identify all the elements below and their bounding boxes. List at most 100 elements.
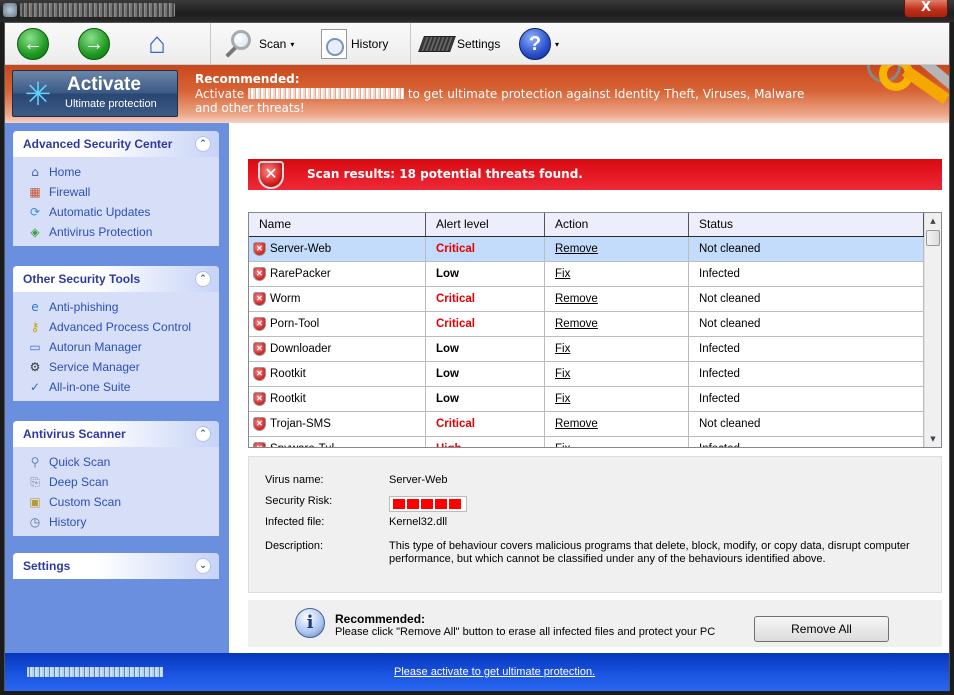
action-link[interactable]: Remove <box>555 243 598 255</box>
sidebar-item-anti-phishing[interactable]: e Anti-phishing <box>27 297 219 317</box>
scrollbar-thumb[interactable] <box>926 230 940 246</box>
activate-button[interactable]: ✳ Activate Ultimate protection <box>12 70 178 117</box>
sidebar-item-home[interactable]: ⌂ Home <box>27 162 219 182</box>
action-link[interactable]: Fix <box>555 343 570 355</box>
banner-text-before: Activate <box>195 87 248 101</box>
close-button[interactable]: X <box>904 0 948 18</box>
scan-button[interactable]: Scan ▾ <box>225 27 294 61</box>
sidebar-panel-header[interactable]: Advanced Security Center ⌃ <box>13 131 219 157</box>
risk-segment <box>393 499 405 509</box>
sidebar-item-autorun-manager[interactable]: ▭ Autorun Manager <box>27 337 219 357</box>
activation-banner: ✳ Activate Ultimate protection Recommend… <box>5 65 949 123</box>
threat-name-cell: ✕ RarePacker <box>249 262 426 286</box>
sidebar-item-label: History <box>49 515 87 529</box>
table-row[interactable]: ✕ Rootkit Low Fix Infected <box>249 387 941 412</box>
help-dropdown-caret-icon[interactable]: ▾ <box>555 40 559 49</box>
back-button[interactable]: ← <box>17 27 49 61</box>
column-header-name[interactable]: Name <box>249 213 426 236</box>
action-link[interactable]: Remove <box>555 318 598 330</box>
table-row[interactable]: ✕ Spyware-Tul... High Fix Infected <box>249 437 941 447</box>
sidebar-panel-header[interactable]: Other Security Tools ⌃ <box>13 266 219 292</box>
scan-dropdown-caret-icon[interactable]: ▾ <box>290 40 294 49</box>
collapse-icon[interactable]: ⌃ <box>195 426 211 442</box>
sidebar-panel-title: Other Security Tools <box>23 272 141 286</box>
footer: Please activate to get ultimate protecti… <box>5 653 949 691</box>
sidebar-item-antivirus-protection[interactable]: ◈ Antivirus Protection <box>27 222 219 242</box>
alert-level: Critical <box>436 318 475 330</box>
sidebar-item-all-in-one-suite[interactable]: ✓ All-in-one Suite <box>27 377 219 397</box>
sidebar-item-custom-scan[interactable]: ▣ Custom Scan <box>27 492 219 512</box>
alert-level-cell: Low <box>426 262 545 286</box>
sidebar-item-service-manager[interactable]: ⚙ Service Manager <box>27 357 219 377</box>
table-scrollbar[interactable]: ▲ ▼ <box>924 213 941 447</box>
table-row[interactable]: ✕ Worm Critical Remove Not cleaned <box>249 287 941 312</box>
footer-product-name-redacted <box>27 667 163 677</box>
help-icon: ? <box>519 28 551 60</box>
keys-icon: ⚷ <box>30 320 40 334</box>
infected-file-value: Kernel32.dll <box>389 516 448 528</box>
warning-shield-icon: ✕ <box>258 161 284 189</box>
activate-link[interactable]: Please activate to get ultimate protecti… <box>394 666 595 678</box>
action-cell: Remove <box>545 237 689 261</box>
action-link[interactable]: Fix <box>555 368 570 380</box>
sidebar-item-firewall[interactable]: ▦ Firewall <box>27 182 219 202</box>
collapse-icon[interactable]: ⌃ <box>195 136 211 152</box>
help-button[interactable]: ? ▾ <box>519 27 559 61</box>
action-link[interactable]: Fix <box>555 268 570 280</box>
sidebar-item-deep-scan[interactable]: ⎘ Deep Scan <box>27 472 219 492</box>
settings-label: Settings <box>457 37 501 51</box>
history-button[interactable]: History <box>321 27 388 61</box>
threat-name-cell: ✕ Downloader <box>249 337 426 361</box>
sidebar-item-quick-scan[interactable]: ⚲ Quick Scan <box>27 452 219 472</box>
table-row[interactable]: ✕ Server-Web Critical Remove Not cleaned <box>249 237 941 262</box>
status-cell: Not cleaned <box>689 312 924 336</box>
scroll-down-icon[interactable]: ▼ <box>925 431 941 447</box>
info-icon: i <box>295 608 325 638</box>
column-header-alert-level[interactable]: Alert level <box>426 213 545 236</box>
threat-name-cell: ✕ Porn-Tool <box>249 312 426 336</box>
alert-level: Low <box>436 393 459 405</box>
magnifier-icon <box>225 28 255 60</box>
action-link[interactable]: Fix <box>555 443 570 447</box>
product-name-redacted <box>248 88 404 99</box>
table-row[interactable]: ✕ Downloader Low Fix Infected <box>249 337 941 362</box>
alert-level: Low <box>436 343 459 355</box>
table-row[interactable]: ✕ Rootkit Low Fix Infected <box>249 362 941 387</box>
status-cell: Infected <box>689 337 924 361</box>
sidebar-item-advanced-process-control[interactable]: ⚷ Advanced Process Control <box>27 317 219 337</box>
app-window: ← → ⌂ Scan ▾ History Settings ? ▾ ✳ Acti… <box>4 22 950 691</box>
action-link[interactable]: Remove <box>555 418 598 430</box>
sidebar-item-automatic-updates[interactable]: ⟳ Automatic Updates <box>27 202 219 222</box>
scroll-up-icon[interactable]: ▲ <box>925 213 941 229</box>
threat-name: Server-Web <box>270 243 332 255</box>
status-cell: Infected <box>689 387 924 411</box>
risk-segment <box>421 499 433 509</box>
expand-icon[interactable]: ⌄ <box>195 558 211 574</box>
remove-all-button[interactable]: Remove All <box>754 616 889 642</box>
alert-level-cell: Critical <box>426 412 545 436</box>
status-cell: Not cleaned <box>689 287 924 311</box>
home-icon: ⌂ <box>31 165 39 179</box>
collapse-icon[interactable]: ⌃ <box>195 271 211 287</box>
chip-icon <box>418 36 456 52</box>
sidebar-item-label: Firewall <box>49 185 91 199</box>
column-header-action[interactable]: Action <box>545 213 689 236</box>
table-row[interactable]: ✕ Trojan-SMS Critical Remove Not cleaned <box>249 412 941 437</box>
sidebar-panel-header[interactable]: Settings ⌄ <box>13 553 219 579</box>
sidebar-item-history[interactable]: ◷ History <box>27 512 219 532</box>
column-header-status[interactable]: Status <box>689 213 924 236</box>
sidebar-panel: Other Security Tools ⌃ e Anti-phishing ⚷ Adva… <box>13 266 219 401</box>
app-icon <box>3 3 17 17</box>
table-row[interactable]: ✕ RarePacker Low Fix Infected <box>249 262 941 287</box>
threat-shield-icon: ✕ <box>253 417 266 431</box>
action-link[interactable]: Fix <box>555 393 570 405</box>
forward-button[interactable]: → <box>78 27 110 61</box>
activate-title: Activate <box>67 74 141 95</box>
action-link[interactable]: Remove <box>555 293 598 305</box>
home-button[interactable]: ⌂ <box>141 27 173 61</box>
settings-button[interactable]: Settings <box>418 27 501 61</box>
threat-shield-icon: ✕ <box>253 442 266 447</box>
threat-shield-icon: ✕ <box>253 292 266 306</box>
table-row[interactable]: ✕ Porn-Tool Critical Remove Not cleaned <box>249 312 941 337</box>
sidebar-panel-header[interactable]: Antivirus Scanner ⌃ <box>13 421 219 447</box>
